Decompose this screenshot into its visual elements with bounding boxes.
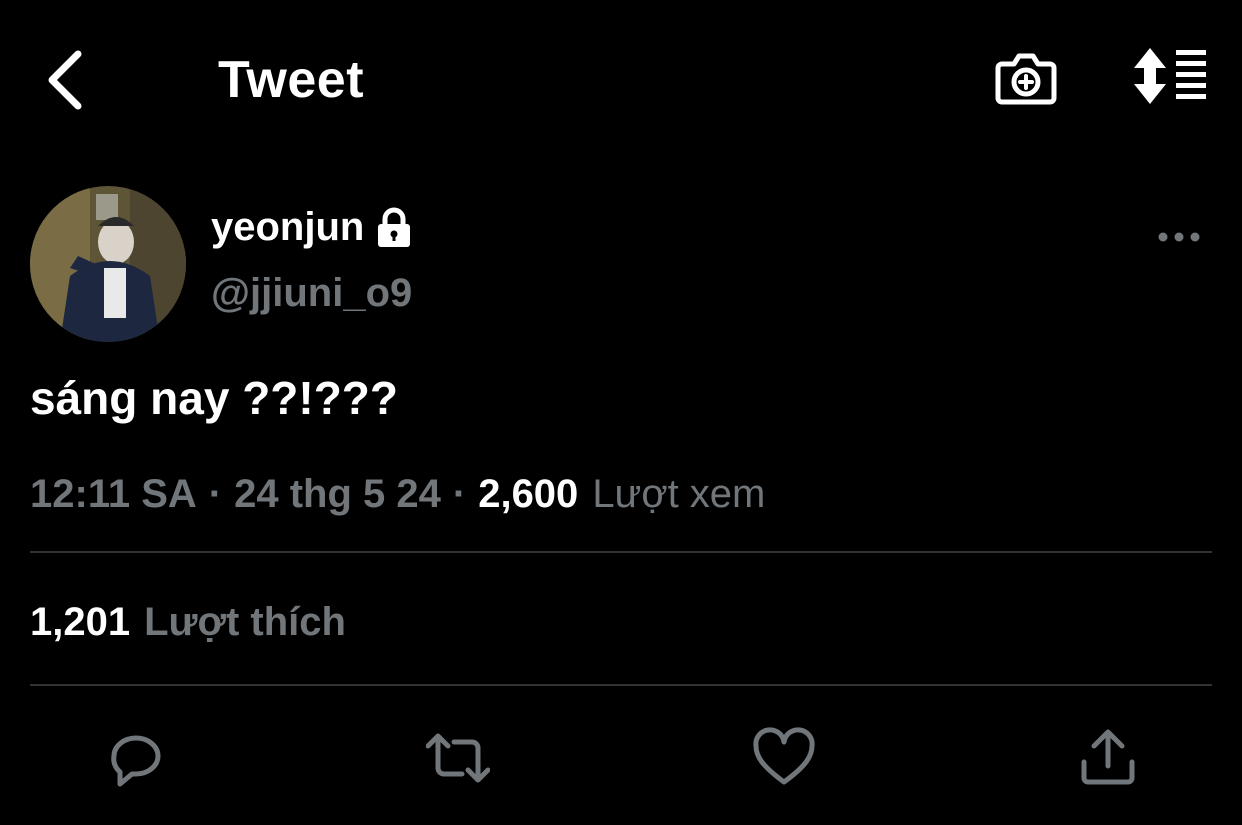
author-handle[interactable]: @jjiuni_o9 bbox=[211, 268, 412, 318]
author-name[interactable]: yeonjun bbox=[211, 202, 414, 252]
camera-plus-icon bbox=[995, 53, 1057, 105]
more-dots-icon bbox=[1158, 232, 1200, 242]
tweet-meta: 12:11 SA · 24 thg 5 24 · 2,600 Lượt xem bbox=[30, 468, 765, 520]
separator-dot: · bbox=[452, 472, 467, 516]
divider bbox=[30, 684, 1212, 686]
camera-button[interactable] bbox=[994, 46, 1058, 110]
tweet-text: sáng nay ??!??? bbox=[30, 372, 398, 424]
like-button[interactable] bbox=[752, 726, 816, 790]
likes-label: Lượt thích bbox=[144, 600, 346, 644]
avatar-photo bbox=[30, 186, 186, 342]
lock-icon bbox=[378, 207, 411, 247]
reply-icon bbox=[111, 735, 161, 787]
retweet-icon bbox=[425, 733, 491, 783]
avatar[interactable] bbox=[30, 186, 186, 342]
page-title: Tweet bbox=[218, 51, 365, 109]
chevron-left-icon bbox=[48, 50, 82, 110]
share-icon bbox=[1081, 729, 1135, 785]
retweet-button[interactable] bbox=[425, 726, 491, 790]
views-label: Lượt xem bbox=[592, 472, 766, 516]
likes-count: 1,201 bbox=[30, 600, 131, 644]
sort-list-icon bbox=[1134, 48, 1206, 104]
sort-button[interactable] bbox=[1130, 46, 1210, 106]
divider bbox=[30, 551, 1212, 553]
tweet-date: 24 thg 5 24 bbox=[234, 472, 441, 516]
views-count: 2,600 bbox=[478, 472, 579, 516]
separator-dot: · bbox=[208, 472, 223, 516]
likes-stat[interactable]: 1,201 Lượt thích bbox=[30, 596, 346, 648]
display-name-text: yeonjun bbox=[211, 205, 365, 249]
more-options-button[interactable] bbox=[1156, 222, 1202, 252]
share-button[interactable] bbox=[1076, 726, 1140, 790]
tweet-time: 12:11 SA bbox=[30, 472, 197, 516]
like-icon bbox=[753, 727, 815, 785]
reply-button[interactable] bbox=[104, 726, 168, 790]
back-button[interactable] bbox=[40, 44, 96, 116]
